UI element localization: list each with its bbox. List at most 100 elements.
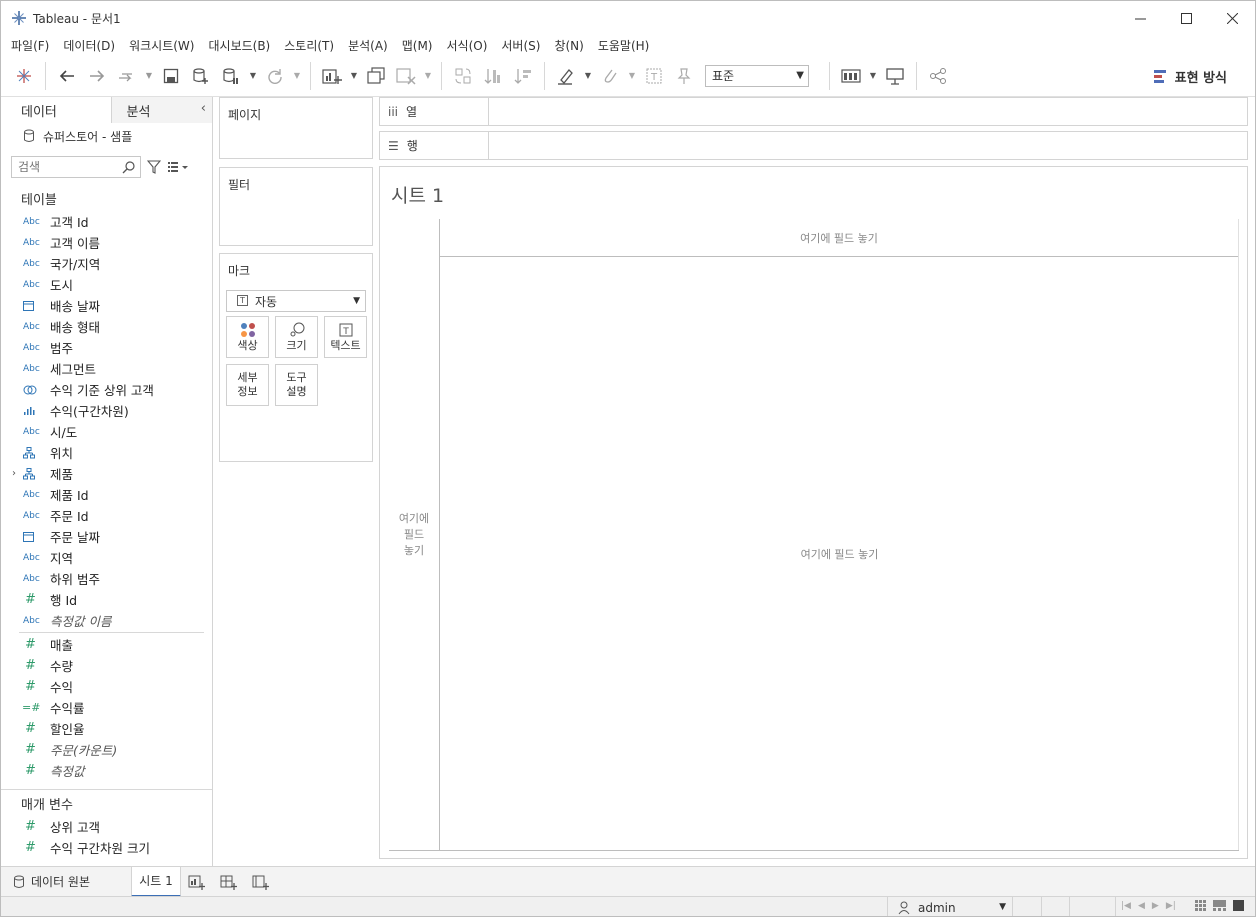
field-item[interactable]: Abc 시/도: [1, 421, 212, 442]
field-item[interactable]: # 측정값: [1, 760, 212, 781]
chevron-down-icon[interactable]: ▼: [290, 61, 304, 91]
pin-icon[interactable]: [669, 61, 699, 91]
color-button[interactable]: 색상: [226, 316, 269, 358]
columns-shelf[interactable]: iii 열: [379, 97, 1248, 126]
chevron-down-icon[interactable]: ▼: [866, 61, 880, 91]
field-item[interactable]: Abc 세그먼트: [1, 358, 212, 379]
label-button[interactable]: T 텍스트: [324, 316, 367, 358]
field-item[interactable]: # 상위 고객: [1, 816, 212, 837]
menu-dashboard[interactable]: 대시보드(B): [202, 37, 276, 54]
menu-server[interactable]: 서버(S): [495, 37, 546, 54]
row-drop-zone[interactable]: 여기에 필드 놓기: [389, 219, 440, 851]
new-worksheet-tab-icon[interactable]: [181, 867, 213, 897]
new-story-tab-icon[interactable]: [245, 867, 277, 897]
view-options-icon[interactable]: [167, 160, 189, 174]
next-sheet-icon[interactable]: ▶: [1152, 901, 1159, 911]
field-item[interactable]: 위치: [1, 442, 212, 463]
field-item[interactable]: 수익(구간차원): [1, 400, 212, 421]
redo-icon[interactable]: [82, 61, 112, 91]
chevron-down-icon[interactable]: ▼: [625, 61, 639, 91]
presentation-mode-icon[interactable]: [880, 61, 910, 91]
show-cards-icon[interactable]: [836, 61, 866, 91]
sheet-title[interactable]: 시트 1: [391, 181, 444, 208]
new-worksheet-icon[interactable]: [317, 61, 347, 91]
save-icon[interactable]: [156, 61, 186, 91]
prev-sheet-icon[interactable]: ◀: [1138, 901, 1145, 911]
field-item[interactable]: 배송 날짜: [1, 295, 212, 316]
tab-sheet-1[interactable]: 시트 1: [131, 866, 181, 897]
detail-button[interactable]: 세부 정보: [226, 364, 269, 406]
last-sheet-icon[interactable]: ▶|: [1166, 901, 1176, 911]
field-item[interactable]: Abc 지역: [1, 547, 212, 568]
duplicate-sheet-icon[interactable]: [361, 61, 391, 91]
filters-shelf[interactable]: 필터: [219, 167, 373, 246]
mark-type-dropdown[interactable]: T 자동 ▼: [226, 290, 366, 312]
menu-map[interactable]: 맵(M): [396, 37, 439, 54]
field-item[interactable]: 주문 날짜: [1, 526, 212, 547]
field-item[interactable]: # 수익: [1, 676, 212, 697]
minimize-button[interactable]: [1117, 1, 1163, 35]
first-sheet-icon[interactable]: |◀: [1121, 901, 1131, 911]
field-item[interactable]: Abc 주문 Id: [1, 505, 212, 526]
field-item[interactable]: Abc 배송 형태: [1, 316, 212, 337]
field-item[interactable]: 수익 기준 상위 고객: [1, 379, 212, 400]
chevron-down-icon[interactable]: ▼: [421, 61, 435, 91]
user-menu[interactable]: admin ▼: [887, 897, 1013, 916]
tab-analytics[interactable]: 분석: [112, 97, 212, 123]
menu-analysis[interactable]: 분석(A): [342, 37, 394, 54]
tab-datasource[interactable]: 데이터 원본: [1, 867, 131, 897]
field-item[interactable]: # 할인율: [1, 718, 212, 739]
show-mark-labels-icon[interactable]: T: [639, 61, 669, 91]
tab-data[interactable]: 데이터: [1, 97, 113, 123]
sheet-sorter-icon[interactable]: [1195, 900, 1207, 912]
swap-rows-columns-icon[interactable]: [448, 61, 478, 91]
chevron-right-icon[interactable]: ›: [12, 468, 16, 479]
clear-sheet-icon[interactable]: [391, 61, 421, 91]
pause-updates-icon[interactable]: [216, 61, 246, 91]
rows-shelf[interactable]: ☰ 행: [379, 131, 1248, 160]
tabs-view-icon[interactable]: [1233, 900, 1245, 912]
field-item[interactable]: Abc 고객 Id: [1, 211, 212, 232]
group-members-icon[interactable]: [595, 61, 625, 91]
size-button[interactable]: 크기: [275, 316, 318, 358]
replay-icon[interactable]: [112, 61, 142, 91]
sort-ascending-icon[interactable]: [478, 61, 508, 91]
menu-format[interactable]: 서식(O): [441, 37, 494, 54]
field-item[interactable]: # 매출: [1, 634, 212, 655]
maximize-button[interactable]: [1163, 1, 1209, 35]
field-item[interactable]: Abc 하위 범주: [1, 568, 212, 589]
field-item[interactable]: Abc 도시: [1, 274, 212, 295]
field-item[interactable]: Abc 범주: [1, 337, 212, 358]
collapse-pane-icon[interactable]: ‹: [201, 101, 206, 116]
filmstrip-icon[interactable]: [1213, 900, 1227, 912]
undo-icon[interactable]: [52, 61, 82, 91]
sort-descending-icon[interactable]: [508, 61, 538, 91]
search-input[interactable]: [18, 160, 118, 174]
close-button[interactable]: [1209, 1, 1255, 35]
new-dashboard-tab-icon[interactable]: [213, 867, 245, 897]
menu-data[interactable]: 데이터(D): [57, 37, 121, 54]
share-icon[interactable]: [923, 61, 953, 91]
fit-dropdown[interactable]: 표준 ▼: [705, 64, 809, 87]
field-item[interactable]: Abc 국가/지역: [1, 253, 212, 274]
field-item[interactable]: # 수익 구간차원 크기: [1, 837, 212, 858]
refresh-icon[interactable]: [260, 61, 290, 91]
start-page-icon[interactable]: [9, 61, 39, 91]
field-item[interactable]: Abc 측정값 이름: [1, 610, 212, 631]
field-item[interactable]: # 주문(카운트): [1, 739, 212, 760]
show-me-button[interactable]: 표현 방식: [1153, 67, 1227, 86]
chevron-down-icon[interactable]: ▼: [246, 61, 260, 91]
search-field[interactable]: [11, 156, 141, 178]
field-item[interactable]: =# 수익률: [1, 697, 212, 718]
chevron-down-icon[interactable]: ▼: [581, 61, 595, 91]
chevron-down-icon[interactable]: ▼: [347, 61, 361, 91]
field-item[interactable]: # 행 Id: [1, 589, 212, 610]
field-item[interactable]: › 제품: [1, 463, 212, 484]
chevron-down-icon[interactable]: ▼: [142, 61, 156, 91]
field-item[interactable]: # 수량: [1, 655, 212, 676]
new-datasource-icon[interactable]: [186, 61, 216, 91]
field-item[interactable]: Abc 고객 이름: [1, 232, 212, 253]
menu-story[interactable]: 스토리(T): [278, 37, 340, 54]
filter-icon[interactable]: [147, 160, 161, 174]
tooltip-button[interactable]: 도구 설명: [275, 364, 318, 406]
